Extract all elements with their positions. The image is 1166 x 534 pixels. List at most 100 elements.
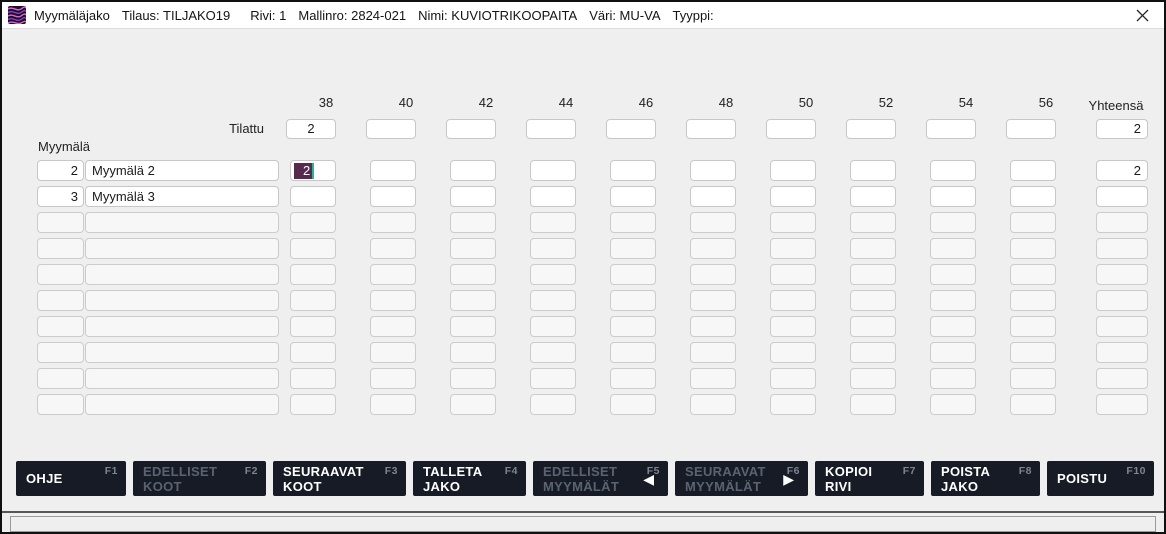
tilattu-qty-cell-54[interactable]: [926, 119, 976, 139]
store-id-field[interactable]: [37, 238, 84, 259]
qty-cell-54[interactable]: [930, 368, 976, 389]
qty-cell-44[interactable]: [530, 342, 576, 363]
qty-cell-54[interactable]: [930, 212, 976, 233]
store-name-field[interactable]: [85, 342, 279, 363]
qty-cell-42[interactable]: [450, 212, 496, 233]
qty-cell-48[interactable]: [690, 212, 736, 233]
qty-cell-50[interactable]: [770, 212, 816, 233]
qty-cell-44[interactable]: [530, 160, 576, 181]
qty-cell-56[interactable]: [1010, 368, 1056, 389]
qty-cell-50[interactable]: [770, 316, 816, 337]
qty-cell-44[interactable]: [530, 186, 576, 207]
toolbar-button-talleta-jako[interactable]: TALLETAJAKOF4: [413, 461, 526, 496]
qty-cell-50[interactable]: [770, 290, 816, 311]
qty-cell-40[interactable]: [370, 186, 416, 207]
qty-cell-48[interactable]: [690, 316, 736, 337]
qty-cell-44[interactable]: [530, 368, 576, 389]
qty-cell-42[interactable]: [450, 342, 496, 363]
qty-cell-56[interactable]: [1010, 238, 1056, 259]
qty-cell-46[interactable]: [610, 160, 656, 181]
qty-cell-48[interactable]: [690, 368, 736, 389]
qty-cell-38[interactable]: [290, 290, 336, 311]
qty-cell-40[interactable]: [370, 238, 416, 259]
qty-cell-52[interactable]: [850, 186, 896, 207]
qty-cell-44[interactable]: [530, 264, 576, 285]
qty-cell-54[interactable]: [930, 290, 976, 311]
tilattu-qty-cell-56[interactable]: [1006, 119, 1056, 139]
store-name-field[interactable]: [85, 316, 279, 337]
qty-cell-52[interactable]: [850, 342, 896, 363]
qty-cell-50[interactable]: [770, 264, 816, 285]
store-id-field[interactable]: 3: [37, 186, 84, 207]
qty-cell-38[interactable]: [290, 186, 336, 207]
qty-cell-52[interactable]: [850, 394, 896, 415]
qty-cell-40[interactable]: [370, 212, 416, 233]
store-name-field[interactable]: [85, 264, 279, 285]
qty-cell-50[interactable]: [770, 342, 816, 363]
qty-cell-46[interactable]: [610, 186, 656, 207]
qty-cell-42[interactable]: [450, 394, 496, 415]
qty-cell-40[interactable]: [370, 394, 416, 415]
qty-cell-40[interactable]: [370, 264, 416, 285]
qty-cell-54[interactable]: [930, 342, 976, 363]
qty-cell-46[interactable]: [610, 316, 656, 337]
qty-cell-56[interactable]: [1010, 212, 1056, 233]
qty-cell-46[interactable]: [610, 264, 656, 285]
qty-cell-46[interactable]: [610, 238, 656, 259]
tilattu-qty-cell-44[interactable]: [526, 119, 576, 139]
qty-cell-46[interactable]: [610, 368, 656, 389]
qty-cell-42[interactable]: [450, 264, 496, 285]
qty-cell-38[interactable]: [290, 342, 336, 363]
store-id-field[interactable]: 2: [37, 160, 84, 181]
toolbar-button-ohje[interactable]: OHJEF1: [16, 461, 126, 496]
qty-cell-44[interactable]: [530, 212, 576, 233]
qty-cell-56[interactable]: [1010, 264, 1056, 285]
qty-cell-52[interactable]: [850, 290, 896, 311]
tilattu-qty-cell-46[interactable]: [606, 119, 656, 139]
toolbar-button-seuraavat-koot[interactable]: SEURAAVATKOOTF3: [273, 461, 406, 496]
qty-cell-56[interactable]: [1010, 394, 1056, 415]
qty-cell-48[interactable]: [690, 394, 736, 415]
tilattu-qty-cell-38[interactable]: 2: [286, 119, 336, 139]
qty-cell-48[interactable]: [690, 264, 736, 285]
qty-cell-48[interactable]: [690, 290, 736, 311]
qty-cell-40[interactable]: [370, 160, 416, 181]
toolbar-button-poista-jako[interactable]: POISTAJAKOF8: [931, 461, 1040, 496]
qty-cell-56[interactable]: [1010, 316, 1056, 337]
store-id-field[interactable]: [37, 264, 84, 285]
store-name-field[interactable]: [85, 394, 279, 415]
toolbar-button-poistu[interactable]: POISTUF10: [1047, 461, 1154, 496]
qty-cell-40[interactable]: [370, 342, 416, 363]
qty-cell-44[interactable]: [530, 316, 576, 337]
store-id-field[interactable]: [37, 394, 84, 415]
tilattu-qty-cell-48[interactable]: [686, 119, 736, 139]
qty-cell-38[interactable]: [290, 394, 336, 415]
qty-cell-38-selected[interactable]: 2: [290, 160, 336, 181]
qty-cell-56[interactable]: [1010, 186, 1056, 207]
qty-cell-54[interactable]: [930, 160, 976, 181]
qty-cell-38[interactable]: [290, 212, 336, 233]
tilattu-qty-cell-40[interactable]: [366, 119, 416, 139]
qty-cell-52[interactable]: [850, 212, 896, 233]
qty-cell-38[interactable]: [290, 368, 336, 389]
tilattu-qty-cell-52[interactable]: [846, 119, 896, 139]
qty-cell-46[interactable]: [610, 290, 656, 311]
qty-cell-44[interactable]: [530, 394, 576, 415]
qty-cell-38[interactable]: [290, 238, 336, 259]
tilattu-qty-cell-50[interactable]: [766, 119, 816, 139]
tilattu-qty-cell-42[interactable]: [446, 119, 496, 139]
qty-cell-48[interactable]: [690, 186, 736, 207]
qty-cell-54[interactable]: [930, 186, 976, 207]
qty-cell-52[interactable]: [850, 368, 896, 389]
qty-cell-40[interactable]: [370, 368, 416, 389]
qty-cell-48[interactable]: [690, 342, 736, 363]
qty-cell-50[interactable]: [770, 368, 816, 389]
qty-cell-50[interactable]: [770, 394, 816, 415]
qty-cell-50[interactable]: [770, 238, 816, 259]
qty-cell-44[interactable]: [530, 290, 576, 311]
store-id-field[interactable]: [37, 342, 84, 363]
qty-cell-38[interactable]: [290, 316, 336, 337]
qty-cell-54[interactable]: [930, 238, 976, 259]
qty-cell-48[interactable]: [690, 160, 736, 181]
qty-cell-54[interactable]: [930, 316, 976, 337]
